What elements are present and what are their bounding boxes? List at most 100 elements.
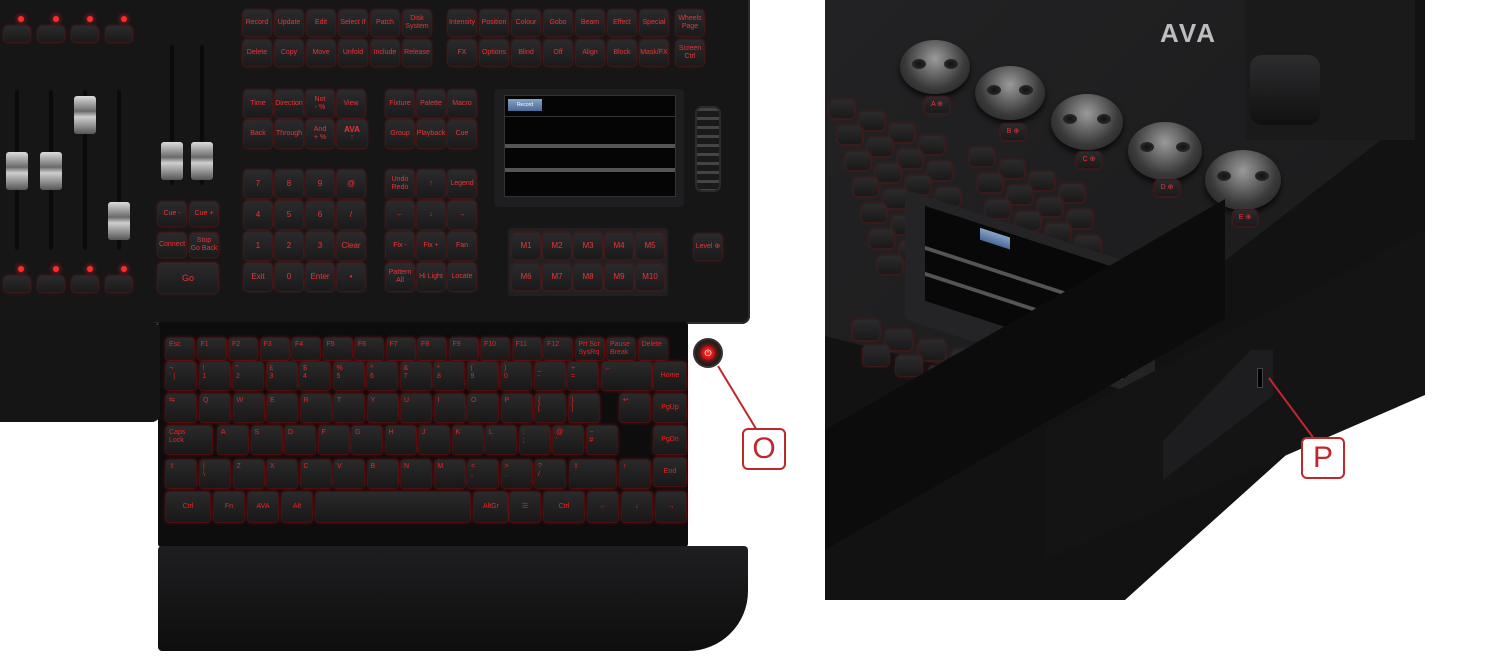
function-key[interactable]: F5 (323, 338, 352, 360)
usb-port[interactable] (1257, 368, 1263, 388)
right-panel-key[interactable] (846, 152, 870, 170)
home-row-key[interactable]: : ; (519, 426, 550, 454)
fader-button[interactable] (106, 276, 132, 292)
function-key[interactable]: Esc (166, 338, 194, 360)
right-panel-key[interactable] (970, 148, 994, 166)
command-key[interactable]: Through (275, 120, 303, 148)
right-panel-key[interactable] (920, 136, 944, 154)
number-row-key[interactable]: ← (601, 362, 652, 390)
fader-button[interactable] (38, 276, 64, 292)
letter-row-key[interactable]: P (501, 394, 532, 422)
right-panel-key[interactable] (870, 230, 894, 248)
macro-key[interactable]: M1 (512, 233, 540, 259)
numpad-key[interactable]: 9 (306, 170, 334, 198)
macro-key[interactable]: M2 (543, 233, 571, 259)
stop-go-back-key[interactable]: Stop Go Back (190, 233, 218, 257)
shift-row-key[interactable]: Z (233, 460, 264, 488)
function-key[interactable]: F10 (481, 338, 509, 360)
right-macro-key[interactable] (853, 320, 879, 340)
right-panel-key[interactable] (890, 124, 914, 142)
shift-row-key[interactable]: M (434, 460, 465, 488)
fader-knob[interactable] (6, 152, 28, 190)
shift-row-key[interactable]: | \ (200, 460, 230, 488)
home-row-key[interactable]: F (318, 426, 349, 454)
function-key[interactable]: F6 (355, 338, 383, 360)
letter-row-key[interactable]: W (233, 394, 264, 422)
macro-key[interactable]: M6 (512, 264, 540, 290)
bottom-row-key[interactable] (316, 492, 470, 522)
number-row-key[interactable]: " 2 (233, 362, 263, 390)
numpad-key[interactable]: 8 (275, 170, 303, 198)
row1-key[interactable]: Special (640, 10, 668, 36)
row1-key[interactable]: Effect (608, 10, 636, 36)
shift-row-key[interactable]: ⇧ (570, 460, 616, 488)
right-panel-key[interactable] (1060, 184, 1084, 202)
numpad-key[interactable]: 2 (275, 232, 303, 260)
fader-button[interactable] (72, 26, 98, 42)
right-macro-key[interactable] (863, 346, 889, 366)
home-row-key[interactable]: L (486, 426, 516, 454)
shift-row-key[interactable]: ↑ (620, 460, 650, 488)
shift-row-key[interactable]: N (401, 460, 431, 488)
right-macro-key[interactable] (886, 330, 912, 350)
row2-key[interactable]: Block (608, 40, 636, 66)
right-panel-key[interactable] (860, 112, 884, 130)
palette-key[interactable]: Palette (417, 90, 445, 118)
nav-key[interactable]: ↑ (417, 170, 445, 198)
macro-key[interactable]: M10 (636, 264, 664, 290)
cue-plus-key[interactable]: Cue + (190, 202, 218, 226)
letter-row-key[interactable]: Q (200, 394, 230, 422)
row2-key[interactable]: Copy (275, 40, 303, 66)
function-key[interactable]: F12 (544, 338, 572, 360)
function-key[interactable]: F1 (197, 338, 226, 360)
encoder-a-key[interactable]: A ⊕ (925, 97, 949, 113)
master-fader-knob[interactable] (161, 142, 183, 180)
right-panel-key[interactable] (862, 204, 886, 222)
right-panel-key[interactable] (1068, 210, 1092, 228)
fader-knob[interactable] (40, 152, 62, 190)
numpad-key[interactable]: 0 (275, 263, 303, 291)
encoder-b[interactable] (975, 66, 1045, 120)
bottom-row-key[interactable]: ☰ (510, 492, 540, 522)
bottom-row-key[interactable]: Fn (214, 492, 244, 522)
fader-button[interactable] (38, 26, 64, 42)
row2-key[interactable]: Move (307, 40, 335, 66)
nav-key[interactable]: Pattern All (386, 263, 414, 291)
nav-key[interactable]: Fix + (417, 232, 445, 260)
numpad-key[interactable]: 3 (306, 232, 334, 260)
palette-key[interactable]: Group (386, 120, 414, 148)
numpad-key[interactable]: Clear (337, 232, 365, 260)
macro-key[interactable]: M5 (636, 233, 664, 259)
function-key[interactable]: Prt Scr SysRq (575, 338, 604, 360)
row2-key[interactable]: Mask/FX (640, 40, 668, 66)
row1-key[interactable]: Disk System (403, 10, 431, 36)
nav-key[interactable]: Fix - (386, 232, 414, 260)
letter-row-key[interactable]: } ] (568, 394, 599, 422)
row1-key[interactable]: Position (480, 10, 508, 36)
home-row-key[interactable]: D (285, 426, 315, 454)
palette-key[interactable]: Playback (417, 120, 445, 148)
macro-key[interactable]: M8 (574, 264, 602, 290)
function-key[interactable]: F2 (229, 338, 257, 360)
right-panel-key[interactable] (978, 174, 1002, 192)
encoder-c[interactable] (1051, 94, 1123, 150)
home-row-key[interactable]: A (218, 426, 248, 454)
side-key[interactable]: PgDn (654, 426, 686, 454)
row2-key[interactable]: Screen Ctrl (676, 40, 704, 66)
letter-row-key[interactable]: ⇆ (166, 394, 196, 422)
side-key[interactable]: End (654, 458, 686, 486)
numpad-key[interactable]: 1 (244, 232, 272, 260)
numpad-key[interactable]: 5 (275, 201, 303, 229)
command-key[interactable]: View (337, 90, 365, 118)
fader-button[interactable] (106, 26, 132, 42)
screen-record-button[interactable]: Record (508, 99, 542, 111)
home-row-key[interactable]: J (419, 426, 449, 454)
home-row-key[interactable]: H (385, 426, 416, 454)
palette-key[interactable]: Cue (448, 120, 476, 148)
right-panel-key[interactable] (986, 200, 1010, 218)
command-key[interactable]: Not - % (306, 90, 334, 118)
fader-knob[interactable] (108, 202, 130, 240)
shift-row-key[interactable]: V (334, 460, 364, 488)
number-row-key[interactable]: ^ 6 (367, 362, 397, 390)
letter-row-key[interactable]: O (468, 394, 498, 422)
